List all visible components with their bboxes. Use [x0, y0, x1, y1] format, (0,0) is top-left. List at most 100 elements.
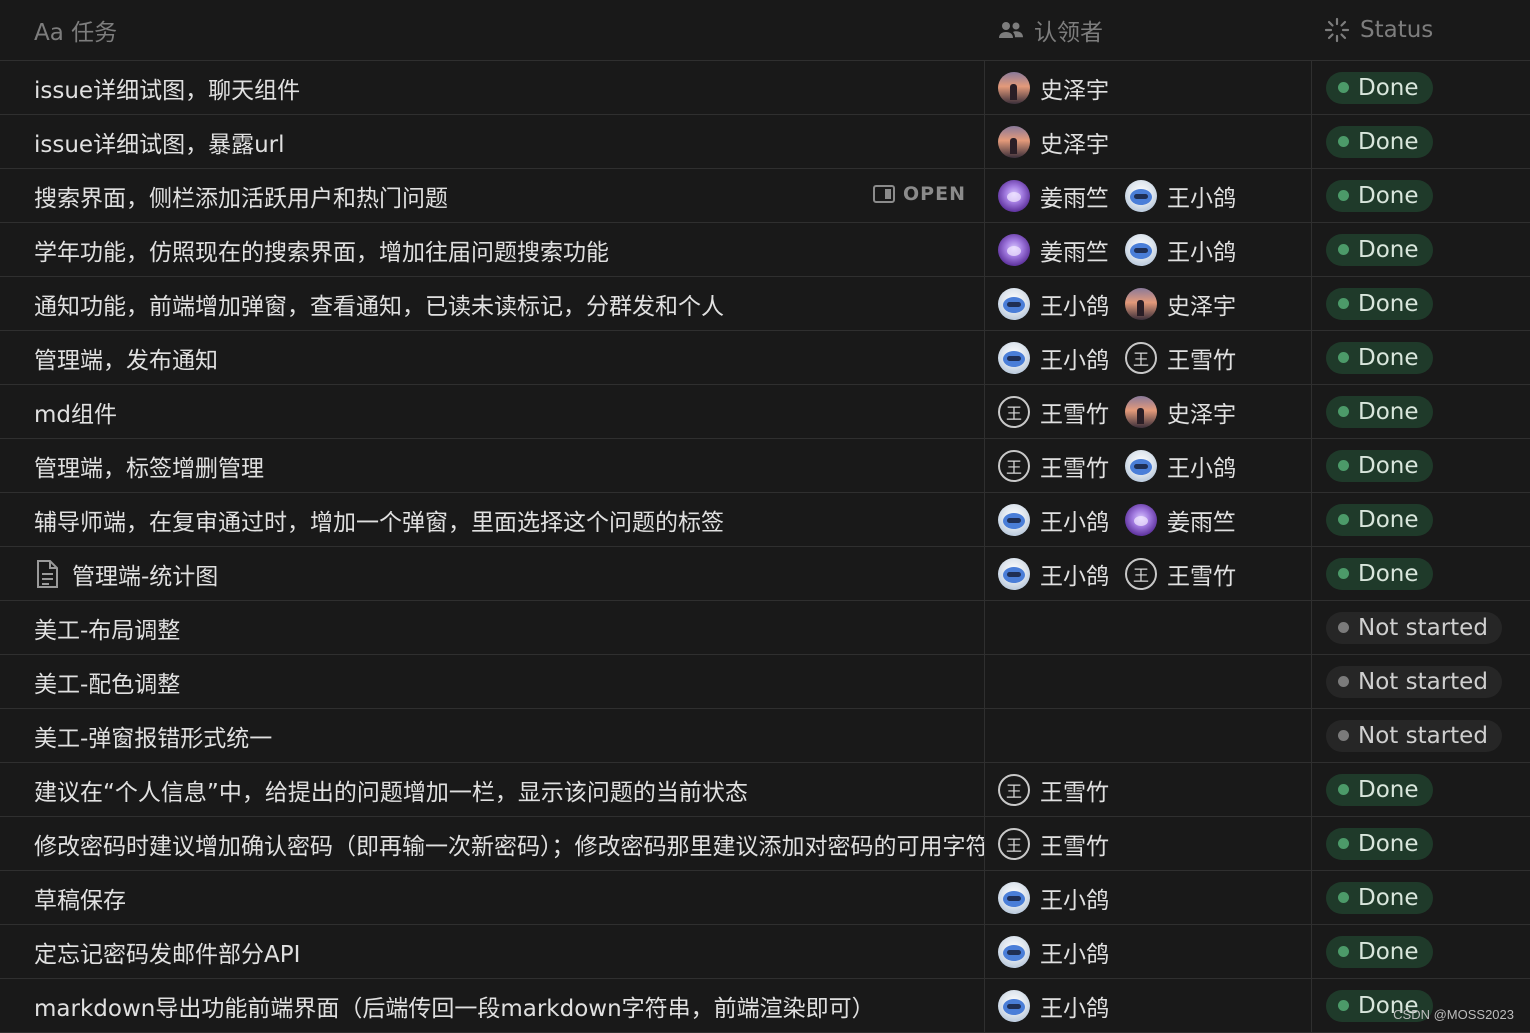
- assignee[interactable]: 姜雨竺: [998, 179, 1109, 213]
- assignee-cell[interactable]: 王小鸽: [986, 925, 1312, 978]
- status-badge[interactable]: Done: [1326, 557, 1433, 590]
- status-cell[interactable]: Not started: [1313, 655, 1530, 708]
- status-cell[interactable]: Not started: [1313, 601, 1530, 654]
- assignee[interactable]: 王小鸽: [998, 503, 1109, 537]
- table-row[interactable]: 定忘记密码发邮件部分API 王小鸽 Done: [0, 925, 1530, 979]
- status-badge[interactable]: Done: [1326, 449, 1433, 482]
- status-badge[interactable]: Done: [1326, 827, 1433, 860]
- task-title-cell[interactable]: 辅导师端，在复审通过时，增加一个弹窗，里面选择这个问题的标签: [0, 493, 985, 546]
- task-title-cell[interactable]: issue详细试图，聊天组件: [0, 61, 985, 114]
- assignee-cell[interactable]: 王王雪竹 王小鸽: [986, 439, 1312, 492]
- task-title-cell[interactable]: 管理端，发布通知: [0, 331, 985, 384]
- status-badge[interactable]: Done: [1326, 503, 1433, 536]
- header-status[interactable]: Status: [1324, 17, 1433, 43]
- assignee-cell[interactable]: 史泽宇: [986, 115, 1312, 168]
- assignee[interactable]: 史泽宇: [998, 125, 1109, 159]
- table-row[interactable]: issue详细试图，暴露url 史泽宇 Done: [0, 115, 1530, 169]
- assignee-cell[interactable]: 王小鸽王王雪竹: [986, 331, 1312, 384]
- task-title-cell[interactable]: issue详细试图，暴露url: [0, 115, 985, 168]
- assignee[interactable]: 王小鸽: [998, 881, 1109, 915]
- open-button[interactable]: OPEN: [872, 183, 966, 205]
- assignee[interactable]: 王小鸽: [1125, 179, 1236, 213]
- status-cell[interactable]: Done: [1313, 331, 1530, 384]
- status-cell[interactable]: Done: [1313, 277, 1530, 330]
- assignee-cell[interactable]: 王小鸽王王雪竹: [986, 547, 1312, 600]
- assignee[interactable]: 王王雪竹: [998, 827, 1109, 861]
- status-cell[interactable]: Done: [1313, 439, 1530, 492]
- status-badge[interactable]: Not started: [1326, 611, 1502, 644]
- table-row[interactable]: 美工-配色调整 Not started: [0, 655, 1530, 709]
- assignee[interactable]: 王王雪竹: [998, 395, 1109, 429]
- status-badge[interactable]: Done: [1326, 71, 1433, 104]
- assignee-cell[interactable]: [986, 655, 1312, 708]
- status-cell[interactable]: Done: [1313, 169, 1530, 222]
- assignee[interactable]: 王王雪竹: [1125, 341, 1236, 375]
- table-row[interactable]: 美工-弹窗报错形式统一 Not started: [0, 709, 1530, 763]
- status-badge[interactable]: Done: [1326, 935, 1433, 968]
- assignee-cell[interactable]: 姜雨竺 王小鸽: [986, 169, 1312, 222]
- assignee-cell[interactable]: [986, 709, 1312, 762]
- assignee-cell[interactable]: 王小鸽: [986, 871, 1312, 924]
- assignee[interactable]: 王王雪竹: [1125, 557, 1236, 591]
- task-title-cell[interactable]: 管理端-统计图: [0, 547, 985, 600]
- status-cell[interactable]: Done: [1313, 115, 1530, 168]
- task-title-cell[interactable]: 学年功能，仿照现在的搜索界面，增加往届问题搜索功能: [0, 223, 985, 276]
- task-title-cell[interactable]: 搜索界面，侧栏添加活跃用户和热门问题 OPEN: [0, 169, 985, 222]
- assignee-cell[interactable]: 王王雪竹: [986, 817, 1312, 870]
- status-cell[interactable]: Done: [1313, 547, 1530, 600]
- status-cell[interactable]: Done: [1313, 871, 1530, 924]
- assignee-cell[interactable]: 王小鸽 姜雨竺: [986, 493, 1312, 546]
- assignee[interactable]: 姜雨竺: [1125, 503, 1236, 537]
- status-badge[interactable]: Not started: [1326, 665, 1502, 698]
- status-badge[interactable]: Done: [1326, 395, 1433, 428]
- status-cell[interactable]: Done: [1313, 61, 1530, 114]
- table-row[interactable]: 草稿保存 王小鸽 Done: [0, 871, 1530, 925]
- table-row[interactable]: 修改密码时建议增加确认密码（即再输一次新密码）；修改密码那里建议添加对密码的可用…: [0, 817, 1530, 871]
- task-title-cell[interactable]: md组件: [0, 385, 985, 438]
- assignee-cell[interactable]: 王王雪竹: [986, 763, 1312, 816]
- task-title-cell[interactable]: 美工-弹窗报错形式统一: [0, 709, 985, 762]
- task-title-cell[interactable]: 修改密码时建议增加确认密码（即再输一次新密码）；修改密码那里建议添加对密码的可用…: [0, 817, 985, 870]
- status-cell[interactable]: Done: [1313, 979, 1530, 1032]
- assignee[interactable]: 王小鸽: [1125, 233, 1236, 267]
- table-row[interactable]: 建议在“个人信息”中，给提出的问题增加一栏，显示该问题的当前状态 王王雪竹 Done: [0, 763, 1530, 817]
- status-badge[interactable]: Done: [1326, 881, 1433, 914]
- status-cell[interactable]: Done: [1313, 223, 1530, 276]
- assignee-cell[interactable]: 王王雪竹 史泽宇: [986, 385, 1312, 438]
- assignee[interactable]: 王小鸽: [998, 341, 1109, 375]
- assignee[interactable]: 王小鸽: [998, 557, 1109, 591]
- status-badge[interactable]: Done: [1326, 179, 1433, 212]
- status-cell[interactable]: Not started: [1313, 709, 1530, 762]
- assignee[interactable]: 王小鸽: [998, 287, 1109, 321]
- task-title-cell[interactable]: 美工-配色调整: [0, 655, 985, 708]
- status-cell[interactable]: Done: [1313, 385, 1530, 438]
- task-title-cell[interactable]: 美工-布局调整: [0, 601, 985, 654]
- status-badge[interactable]: Done: [1326, 773, 1433, 806]
- status-badge[interactable]: Done: [1326, 125, 1433, 158]
- table-row[interactable]: 管理端，标签增删管理 王王雪竹 王小鸽 Done: [0, 439, 1530, 493]
- table-row[interactable]: 美工-布局调整 Not started: [0, 601, 1530, 655]
- status-cell[interactable]: Done: [1313, 925, 1530, 978]
- table-row[interactable]: 通知功能，前端增加弹窗，查看通知，已读未读标记，分群发和个人 王小鸽 史泽宇 Done: [0, 277, 1530, 331]
- task-title-cell[interactable]: 草稿保存: [0, 871, 985, 924]
- assignee-cell[interactable]: 王小鸽: [986, 979, 1312, 1032]
- status-cell[interactable]: Done: [1313, 493, 1530, 546]
- status-badge[interactable]: Not started: [1326, 719, 1502, 752]
- table-row[interactable]: md组件 王王雪竹 史泽宇 Done: [0, 385, 1530, 439]
- header-task[interactable]: Aa 任务: [34, 13, 117, 47]
- assignee[interactable]: 史泽宇: [998, 71, 1109, 105]
- status-badge[interactable]: Done: [1326, 341, 1433, 374]
- assignee[interactable]: 王小鸽: [998, 989, 1109, 1023]
- assignee-cell[interactable]: 王小鸽 史泽宇: [986, 277, 1312, 330]
- task-title-cell[interactable]: markdown导出功能前端界面（后端传回一段markdown字符串，前端渲染即…: [0, 979, 985, 1032]
- task-title-cell[interactable]: 管理端，标签增删管理: [0, 439, 985, 492]
- table-row[interactable]: 学年功能，仿照现在的搜索界面，增加往届问题搜索功能 姜雨竺 王小鸽 Done: [0, 223, 1530, 277]
- assignee[interactable]: 史泽宇: [1125, 287, 1236, 321]
- assignee[interactable]: 姜雨竺: [998, 233, 1109, 267]
- table-row[interactable]: issue详细试图，聊天组件 史泽宇 Done: [0, 61, 1530, 115]
- table-row[interactable]: 管理端，发布通知 王小鸽王王雪竹 Done: [0, 331, 1530, 385]
- task-title-cell[interactable]: 通知功能，前端增加弹窗，查看通知，已读未读标记，分群发和个人: [0, 277, 985, 330]
- assignee[interactable]: 史泽宇: [1125, 395, 1236, 429]
- assignee[interactable]: 王小鸽: [1125, 449, 1236, 483]
- status-cell[interactable]: Done: [1313, 763, 1530, 816]
